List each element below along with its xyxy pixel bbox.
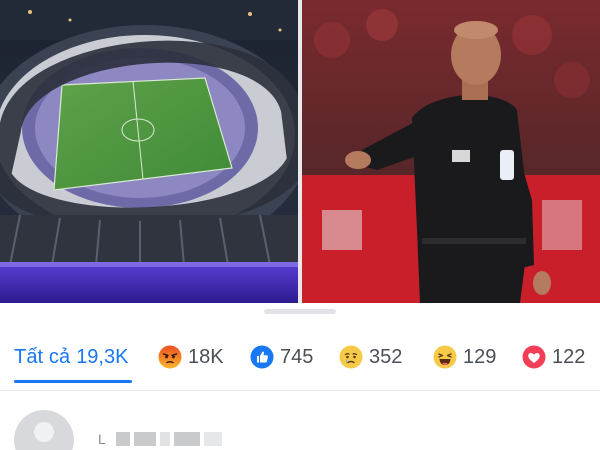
reactor-name-initial: L <box>98 431 106 447</box>
tab-all-count: 19,3K <box>76 345 129 368</box>
tab-haha-reactions[interactable]: 129 <box>433 332 496 382</box>
reactor-name-redacted: L <box>98 428 222 450</box>
tab-haha-count: 129 <box>463 345 497 368</box>
list-item[interactable]: L <box>0 400 600 450</box>
angry-reaction-icon <box>158 345 182 369</box>
tab-angry-count: 18K <box>188 345 224 368</box>
tab-all-label: Tất cả <box>14 345 71 368</box>
post-photo-collage <box>0 0 600 303</box>
active-tab-indicator <box>14 380 132 383</box>
avatar <box>14 410 74 450</box>
reaction-tabs: Tất cả 19,3K 18K 745 352 129 122 <box>0 332 600 388</box>
redaction-block <box>133 432 156 446</box>
haha-reaction-icon <box>433 345 457 369</box>
sad-reaction-icon <box>339 345 363 369</box>
tabs-divider <box>0 390 600 391</box>
tab-sad-reactions[interactable]: 352 <box>339 332 402 382</box>
stadium-illustration <box>0 0 298 303</box>
tab-all-reactions[interactable]: Tất cả 19,3K <box>14 332 128 382</box>
redaction-block <box>203 432 222 446</box>
sheet-drag-handle[interactable] <box>264 309 336 314</box>
tab-love-count: 122 <box>552 345 586 368</box>
referee-photo[interactable] <box>302 0 600 303</box>
tab-like-reactions[interactable]: 745 <box>250 332 313 382</box>
like-reaction-icon <box>250 345 274 369</box>
tab-sad-count: 352 <box>369 345 403 368</box>
referee-illustration <box>302 0 600 303</box>
tab-love-reactions[interactable]: 122 <box>522 332 585 382</box>
redaction-block <box>159 432 170 446</box>
avatar-placeholder-icon <box>34 422 54 442</box>
tab-like-count: 745 <box>280 345 314 368</box>
tab-angry-reactions[interactable]: 18K <box>158 332 224 382</box>
love-reaction-icon <box>522 345 546 369</box>
stadium-photo[interactable] <box>0 0 298 303</box>
redaction-block <box>173 432 200 446</box>
redaction-block <box>115 432 130 446</box>
